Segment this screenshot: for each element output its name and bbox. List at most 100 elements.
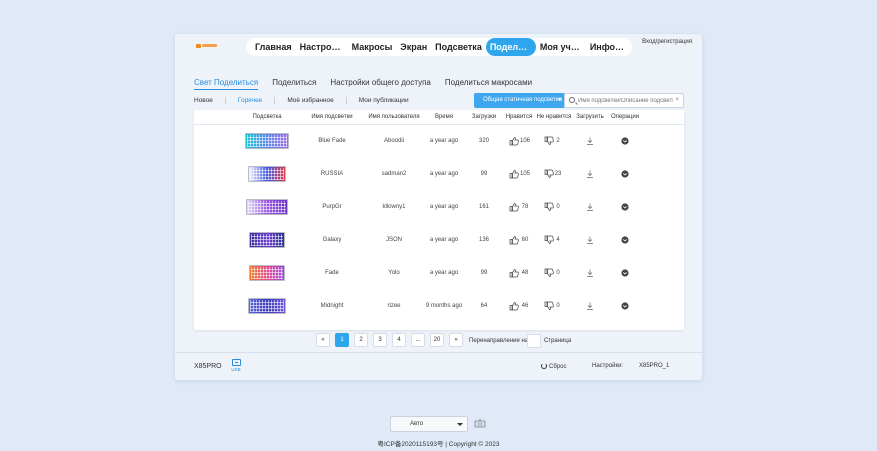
dislike-count: 4 (556, 237, 560, 243)
mode-select[interactable]: Авто (390, 416, 468, 432)
table-row[interactable]: Midnight rizee 9 months ago 64 46 0 (194, 290, 684, 323)
lighting-preview[interactable] (249, 232, 285, 248)
like-count: 78 (521, 204, 529, 210)
download-icon[interactable] (586, 170, 594, 178)
download-icon[interactable] (586, 302, 594, 310)
download-count: 320 (478, 138, 490, 144)
pagination: « 1 2 3 4 ... 20 » (316, 333, 463, 347)
download-icon[interactable] (586, 203, 594, 211)
operation-menu-icon[interactable] (621, 236, 629, 244)
lighting-name: Galaxy (322, 237, 342, 243)
brand-logo[interactable] (196, 43, 218, 49)
keyboard-icon[interactable] (474, 418, 486, 430)
filter-hot[interactable]: Горячее (226, 97, 276, 104)
lighting-preview[interactable] (248, 298, 286, 314)
table-row[interactable]: Galaxy JSON a year ago 136 60 4 (194, 224, 684, 257)
table-row[interactable]: RUSSIA sadman2 a year ago 99 105 23 (194, 158, 684, 191)
reset-button[interactable]: Сброс (541, 363, 566, 370)
lighting-type-select[interactable]: Общая статичная подсветка ▾ (474, 93, 565, 108)
tab-share-macros[interactable]: Поделиться макросами (445, 78, 532, 90)
download-count: 161 (478, 204, 490, 210)
search-icon (569, 97, 575, 103)
download-icon[interactable] (586, 269, 594, 277)
filter-favorites[interactable]: Моё избранное (275, 97, 347, 104)
settings-value[interactable]: X85PRO_1 (639, 363, 669, 369)
thumb-down-icon[interactable] (544, 268, 554, 278)
device-name: X85PRO (194, 363, 222, 370)
page-4[interactable]: 4 (392, 333, 406, 347)
nav-screen[interactable]: Экран (396, 38, 431, 56)
search-input[interactable] (578, 94, 673, 107)
page-3[interactable]: 3 (373, 333, 387, 347)
nav-home[interactable]: Главная (251, 38, 296, 56)
dislike-count: 0 (556, 303, 560, 309)
user-name: sadman2 (381, 171, 407, 177)
download-count: 64 (480, 303, 488, 309)
filter-my-posts[interactable]: Мои публикации (347, 97, 421, 104)
main-nav: Главная Настрой... Макросы Экран Подсвет… (246, 38, 632, 56)
goto-page-input[interactable] (527, 334, 541, 348)
page-next[interactable]: » (449, 333, 463, 347)
dislike-count: 0 (556, 204, 560, 210)
login-link[interactable]: Вход/регистрация (642, 39, 692, 45)
thumb-up-icon[interactable] (509, 302, 519, 311)
col-user: Имя пользователя (368, 114, 420, 120)
page-20[interactable]: 20 (430, 333, 444, 347)
table-header: Подсветка Имя подсветки Имя пользователя… (194, 110, 684, 125)
lighting-table: Подсветка Имя подсветки Имя пользователя… (194, 110, 684, 330)
thumb-up-icon[interactable] (509, 269, 519, 278)
thumb-down-icon[interactable] (544, 202, 554, 212)
nav-info[interactable]: Информ... (586, 38, 632, 56)
lighting-name: Fade (325, 270, 339, 276)
like-count: 105 (519, 171, 531, 177)
settings-label: Настройки: (592, 363, 624, 369)
thumb-down-icon[interactable] (544, 136, 554, 146)
user-name: Yolo (388, 270, 400, 276)
lighting-name: RUSSIA (320, 171, 344, 177)
tab-share-settings[interactable]: Настройки общего доступа (330, 78, 431, 90)
table-row[interactable]: Fade Yolo a year ago 99 48 0 (194, 257, 684, 290)
reset-icon (541, 363, 547, 369)
thumb-down-icon[interactable] (544, 301, 554, 311)
nav-share[interactable]: Поделит... (485, 38, 536, 56)
page-ellipsis[interactable]: ... (411, 333, 425, 347)
operation-menu-icon[interactable] (621, 269, 629, 277)
col-download-action: Загрузить (576, 114, 604, 120)
goto-suffix: Страница (544, 338, 572, 344)
download-icon[interactable] (586, 236, 594, 244)
table-row[interactable]: PurpGr kllowny1 a year ago 161 78 0 (194, 191, 684, 224)
tab-light-share[interactable]: Свет Поделиться (194, 78, 259, 90)
lighting-preview[interactable] (245, 133, 289, 149)
dislike-count: 23 (554, 171, 562, 177)
page-2[interactable]: 2 (354, 333, 368, 347)
thumb-up-icon[interactable] (509, 236, 519, 245)
thumb-down-icon[interactable] (544, 169, 554, 179)
thumb-up-icon[interactable] (509, 170, 519, 179)
lighting-preview[interactable] (248, 166, 286, 182)
operation-menu-icon[interactable] (621, 203, 629, 211)
operation-menu-icon[interactable] (621, 302, 629, 310)
thumb-up-icon[interactable] (509, 203, 519, 212)
like-count: 106 (519, 138, 531, 144)
divider (175, 352, 702, 353)
dislike-count: 0 (556, 270, 560, 276)
table-row[interactable]: Blue Fade Aboodii a year ago 320 106 2 (194, 125, 684, 158)
nav-settings[interactable]: Настрой... (296, 38, 348, 56)
download-icon[interactable] (586, 137, 594, 145)
nav-account[interactable]: Моя учет... (536, 38, 586, 56)
lighting-preview[interactable] (246, 199, 288, 215)
operation-menu-icon[interactable] (621, 137, 629, 145)
operation-menu-icon[interactable] (621, 170, 629, 178)
filter-new[interactable]: Новое (194, 97, 226, 104)
lighting-preview[interactable] (249, 265, 285, 281)
nav-macros[interactable]: Макросы (348, 38, 397, 56)
page-1[interactable]: 1 (335, 333, 349, 347)
clear-icon[interactable]: × (675, 97, 679, 103)
user-name: kllowny1 (382, 204, 406, 210)
time: a year ago (429, 204, 459, 210)
thumb-down-icon[interactable] (544, 235, 554, 245)
thumb-up-icon[interactable] (509, 137, 519, 146)
tab-share[interactable]: Поделиться (272, 78, 316, 90)
nav-lighting[interactable]: Подсветка (431, 38, 486, 56)
page-prev[interactable]: « (316, 333, 330, 347)
